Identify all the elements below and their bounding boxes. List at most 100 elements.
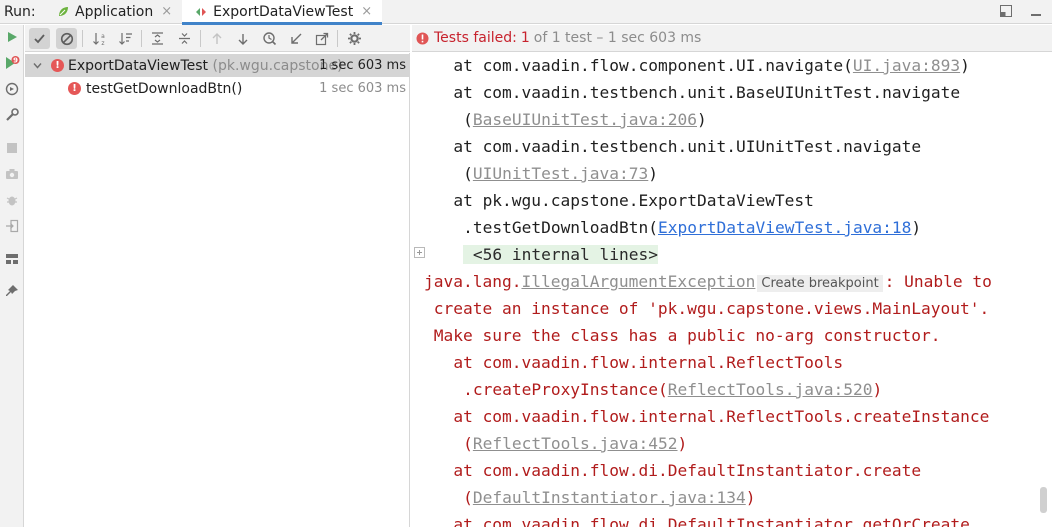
tab-export-data-view-test[interactable]: ExportDataViewTest × bbox=[182, 0, 383, 25]
test-failed-icon: ! bbox=[51, 59, 64, 72]
console-text-tail: ) bbox=[960, 56, 970, 75]
status-summary: of 1 test – 1 sec 603 ms bbox=[533, 30, 702, 46]
close-icon[interactable]: × bbox=[161, 4, 172, 19]
expand-all-icon[interactable] bbox=[147, 28, 168, 49]
console-text-tail: ) bbox=[911, 218, 922, 237]
collapse-all-icon[interactable] bbox=[174, 28, 195, 49]
console-line: create an instance of 'pk.wgu.capstone.v… bbox=[434, 295, 990, 322]
console-line: at com.vaadin.testbench.unit.UIUnitTest.… bbox=[453, 133, 921, 160]
snapshot-camera-icon[interactable] bbox=[2, 164, 22, 184]
console-text: at com.vaadin.flow.di.DefaultInstantiato… bbox=[453, 461, 922, 480]
settings-wrench-icon[interactable] bbox=[2, 105, 22, 125]
toolbar-separator bbox=[200, 30, 201, 47]
console-line: at com.vaadin.flow.component.UI.navigate… bbox=[453, 53, 970, 79]
console-line: at com.vaadin.flow.internal.ReflectTools bbox=[453, 349, 843, 376]
test-history-icon[interactable] bbox=[259, 28, 280, 49]
close-icon[interactable]: × bbox=[361, 4, 372, 19]
console-text: at com.vaadin.testbench.unit.UIUnitTest.… bbox=[453, 137, 922, 156]
toggle-auto-test-icon[interactable] bbox=[2, 79, 22, 99]
svg-text:z: z bbox=[101, 40, 104, 47]
svg-text:a: a bbox=[101, 33, 105, 40]
console-line: at com.vaadin.testbench.unit.BaseUIUnitT… bbox=[453, 79, 960, 106]
tab-application[interactable]: Application × bbox=[44, 0, 182, 24]
spring-boot-icon bbox=[59, 6, 68, 16]
sort-alphabetically-icon[interactable]: az bbox=[89, 28, 110, 49]
show-ignored-icon[interactable] bbox=[56, 28, 77, 49]
next-failed-icon[interactable] bbox=[232, 28, 253, 49]
console-text: java.lang. bbox=[424, 272, 522, 291]
console-text-tail: ) bbox=[677, 434, 688, 453]
test-class-duration: 1 sec 603 ms bbox=[319, 58, 406, 73]
console-line: (DefaultInstantiator.java:134) bbox=[463, 484, 755, 511]
import-tests-icon[interactable] bbox=[2, 216, 22, 236]
toolbar-separator bbox=[141, 30, 142, 47]
console-text-tail: ) bbox=[648, 164, 659, 183]
fold-expand-icon[interactable] bbox=[414, 247, 425, 258]
internal-lines-fold[interactable]: <56 internal lines> bbox=[463, 245, 659, 264]
run-label: Run: bbox=[4, 3, 36, 20]
run-side-toolbar: 9 bbox=[0, 25, 24, 527]
test-status-bar: Tests failed: 1 of 1 test – 1 sec 603 ms bbox=[412, 25, 1052, 52]
create-breakpoint-link[interactable]: Create breakpoint bbox=[757, 275, 883, 292]
show-passed-icon[interactable] bbox=[29, 28, 50, 49]
settings-gear-icon[interactable] bbox=[344, 28, 365, 49]
stacktrace-link[interactable]: UI.java:893 bbox=[853, 56, 960, 75]
console-line: at com.vaadin.flow.di.DefaultInstantiato… bbox=[453, 511, 970, 527]
console-scrollbar[interactable] bbox=[1040, 487, 1047, 513]
stop-icon[interactable] bbox=[2, 138, 22, 158]
console-line: java.lang.IllegalArgumentException Create… bbox=[424, 268, 992, 295]
run-header-actions bbox=[998, 3, 1044, 19]
error-icon bbox=[416, 32, 429, 45]
test-method-duration: 1 sec 603 ms bbox=[319, 81, 406, 96]
export-results-icon[interactable] bbox=[311, 28, 332, 49]
stacktrace-link[interactable]: ExportDataViewTest.java:18 bbox=[658, 218, 911, 237]
tab-application-label: Application bbox=[75, 3, 154, 20]
test-class-name: ExportDataViewTest (pk.wgu.capstone) bbox=[68, 58, 343, 74]
console-text: create an instance of 'pk.wgu.capstone.v… bbox=[433, 299, 990, 318]
run-toolwindow-header: Run: Application × ExportDataViewTest × bbox=[0, 0, 1052, 25]
console-text: at com.vaadin.flow.di.DefaultInstantiato… bbox=[453, 515, 970, 527]
console-output[interactable]: at com.vaadin.flow.component.UI.navigate… bbox=[411, 53, 1052, 527]
minimize-icon[interactable] bbox=[1028, 3, 1044, 19]
tests-failed-label: Tests failed: bbox=[434, 30, 517, 46]
layout-icon[interactable] bbox=[2, 249, 22, 269]
stacktrace-link[interactable]: ReflectTools.java:520 bbox=[668, 380, 873, 399]
test-failed-icon: ! bbox=[68, 82, 81, 95]
console-text: .testGetDownloadBtn( bbox=[463, 218, 659, 237]
console-text-tail: ) bbox=[697, 110, 707, 129]
console-line: (BaseUIUnitTest.java:206) bbox=[463, 106, 707, 133]
import-results-icon[interactable] bbox=[285, 28, 306, 49]
console-line: .createProxyInstance(ReflectTools.java:5… bbox=[463, 376, 882, 403]
test-class-label: ExportDataViewTest bbox=[68, 57, 209, 74]
rerun-icon[interactable] bbox=[2, 27, 22, 47]
stacktrace-link[interactable]: ReflectTools.java:452 bbox=[473, 434, 678, 453]
toolbar-separator bbox=[337, 30, 338, 47]
console-line: at com.vaadin.flow.internal.ReflectTools… bbox=[453, 403, 989, 430]
console-text: ( bbox=[463, 434, 473, 453]
console-text: Make sure the class has a public no-arg … bbox=[433, 326, 941, 345]
stacktrace-link[interactable]: BaseUIUnitTest.java:206 bbox=[473, 110, 697, 129]
debug-bug-icon[interactable] bbox=[2, 190, 22, 210]
restore-layout-icon[interactable] bbox=[998, 3, 1014, 19]
previous-failed-icon[interactable] bbox=[206, 28, 227, 49]
console-text: at com.vaadin.testbench.unit.BaseUIUnitT… bbox=[453, 83, 961, 102]
test-results-tree: ! ExportDataViewTest (pk.wgu.capstone) 1… bbox=[25, 53, 410, 527]
stacktrace-link[interactable]: DefaultInstantiator.java:134 bbox=[473, 488, 746, 507]
console-line: Make sure the class has a public no-arg … bbox=[434, 322, 941, 349]
console-text: .createProxyInstance( bbox=[463, 380, 668, 399]
pin-icon[interactable] bbox=[2, 281, 22, 301]
console-text: ( bbox=[463, 488, 473, 507]
chevron-down-icon[interactable] bbox=[32, 59, 43, 75]
stacktrace-link[interactable]: UIUnitTest.java:73 bbox=[473, 164, 648, 183]
console-line: at com.vaadin.flow.di.DefaultInstantiato… bbox=[453, 457, 921, 484]
console-text-tail: ) bbox=[745, 488, 756, 507]
sort-by-duration-icon[interactable] bbox=[115, 28, 136, 49]
console-line: .testGetDownloadBtn(ExportDataViewTest.j… bbox=[463, 214, 921, 241]
stacktrace-link[interactable]: IllegalArgumentException bbox=[521, 272, 755, 291]
console-text: at com.vaadin.flow.internal.ReflectTools… bbox=[453, 407, 990, 426]
test-method-name: testGetDownloadBtn() bbox=[86, 80, 243, 97]
rerun-failed-icon[interactable]: 9 bbox=[2, 53, 22, 73]
console-text-tail: ) bbox=[872, 380, 883, 399]
tree-node-test-class[interactable]: ! ExportDataViewTest (pk.wgu.capstone) 1… bbox=[25, 54, 410, 77]
tree-node-test-method[interactable]: ! testGetDownloadBtn() 1 sec 603 ms bbox=[25, 77, 410, 100]
